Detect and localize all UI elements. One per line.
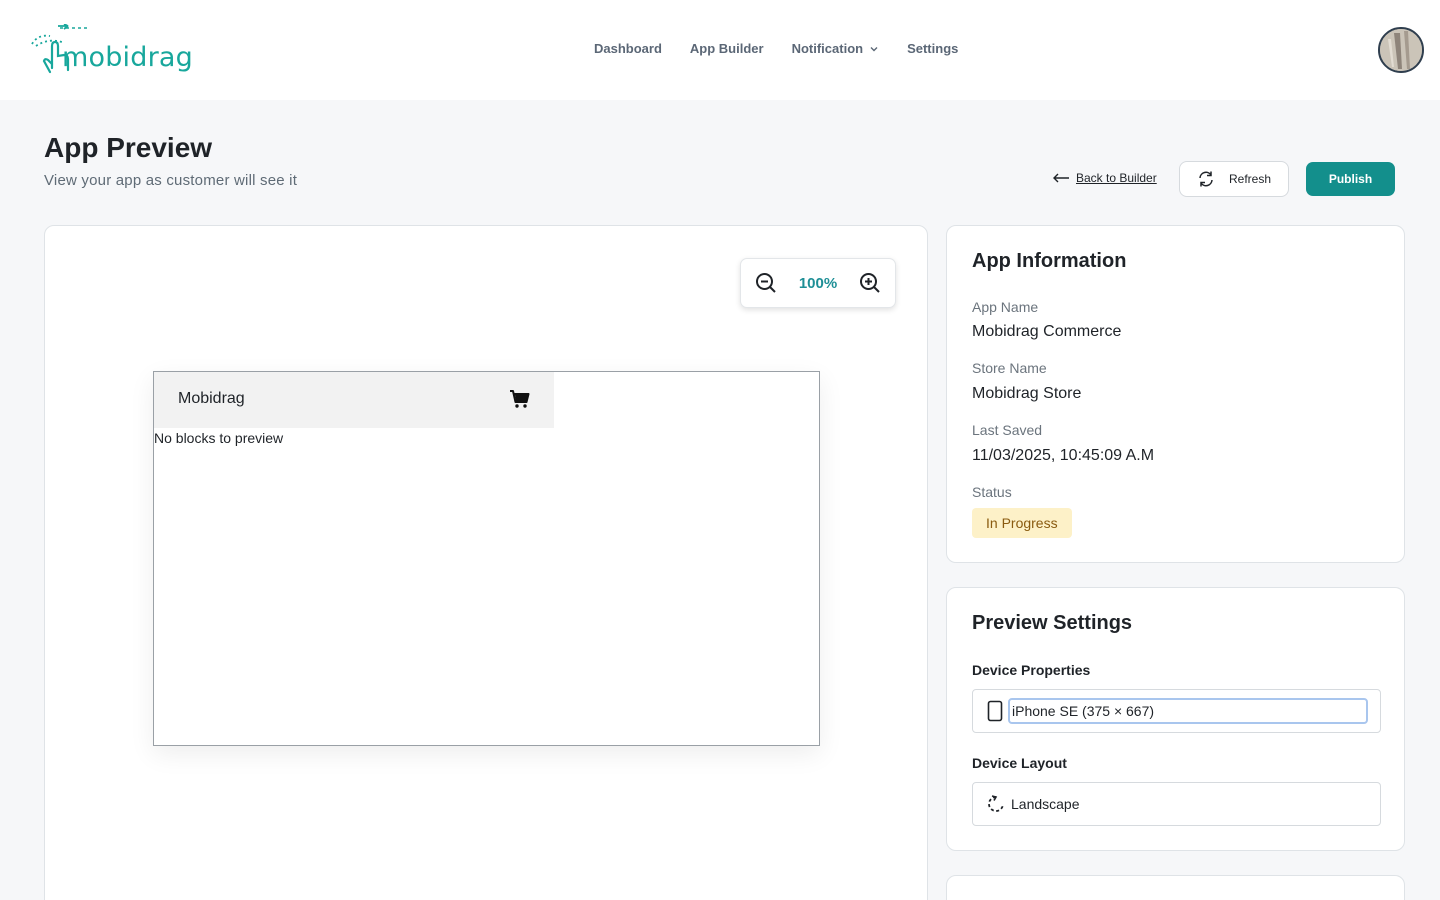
- chevron-down-icon: [870, 46, 878, 51]
- avatar-image: [1380, 29, 1422, 71]
- device-layout-select[interactable]: Landscape: [972, 782, 1381, 826]
- app-information-card: App Information App Name Mobidrag Commer…: [946, 225, 1405, 563]
- preview-settings-card: Preview Settings Device Properties iPhon…: [946, 587, 1405, 851]
- device-layout-value: Landscape: [1011, 796, 1080, 812]
- back-to-builder-label: Back to Builder: [1076, 171, 1157, 185]
- logo-wordmark: mobidrag: [62, 42, 193, 73]
- preview-settings-title: Preview Settings: [972, 612, 1133, 634]
- zoom-in-icon: [860, 273, 880, 293]
- store-name-label: Store Name: [972, 360, 1047, 376]
- top-navigation-bar: mobidrag Dashboard App Builder Notificat…: [0, 0, 1440, 100]
- nav-dashboard-label: Dashboard: [594, 41, 662, 56]
- phone-icon: [987, 700, 1003, 722]
- nav-app-builder-label: App Builder: [689, 41, 764, 56]
- main-nav: Dashboard App Builder Notification Setti…: [594, 41, 986, 56]
- zoom-out-icon: [756, 273, 776, 293]
- refresh-label: Refresh: [1228, 172, 1272, 186]
- app-information-title: App Information: [972, 250, 1127, 272]
- last-saved-value: 11/03/2025, 10:45:09 A.M: [972, 447, 1155, 464]
- preview-panel: 100% Mobidrag No blocks to preview: [44, 225, 928, 900]
- store-name-value: Mobidrag Store: [972, 385, 1082, 402]
- app-name-label: App Name: [972, 299, 1039, 315]
- zoom-level: 100%: [798, 274, 838, 292]
- status-badge: In Progress: [972, 508, 1072, 538]
- last-saved-label: Last Saved: [972, 422, 1043, 438]
- app-title: Mobidrag: [178, 390, 245, 407]
- nav-notification-label: Notification: [791, 41, 864, 56]
- mobidrag-logo[interactable]: mobidrag: [28, 24, 193, 78]
- additional-card: [946, 875, 1405, 900]
- user-avatar[interactable]: [1378, 27, 1424, 73]
- nav-notification[interactable]: Notification: [792, 41, 880, 56]
- zoom-out-button[interactable]: [753, 270, 779, 296]
- app-header-bar: Mobidrag: [154, 372, 554, 428]
- arrow-left-icon: [1053, 173, 1069, 183]
- nav-dashboard[interactable]: Dashboard: [594, 41, 662, 56]
- empty-preview-message: No blocks to preview: [154, 430, 284, 446]
- rotate-icon: [988, 795, 1004, 812]
- device-layout-label: Device Layout: [972, 755, 1067, 771]
- page-subtitle: View your app as customer will see it: [44, 172, 298, 189]
- publish-label: Publish: [1328, 172, 1373, 186]
- nav-app-builder[interactable]: App Builder: [690, 41, 764, 56]
- nav-settings[interactable]: Settings: [907, 41, 958, 56]
- refresh-button[interactable]: Refresh: [1179, 161, 1289, 197]
- nav-settings-label: Settings: [907, 41, 959, 56]
- page-title: App Preview: [44, 132, 213, 163]
- cart-icon[interactable]: [509, 388, 531, 410]
- device-properties-label: Device Properties: [972, 662, 1091, 678]
- publish-button[interactable]: Publish: [1306, 162, 1395, 196]
- device-properties-select[interactable]: iPhone SE (375 × 667): [972, 689, 1381, 733]
- status-label: Status: [972, 484, 1012, 500]
- device-preview-frame: Mobidrag No blocks to preview: [153, 371, 820, 746]
- refresh-icon: [1199, 171, 1213, 187]
- zoom-controls: 100%: [740, 258, 896, 308]
- zoom-in-button[interactable]: [857, 270, 883, 296]
- app-name-value: Mobidrag Commerce: [972, 323, 1122, 340]
- back-to-builder-link[interactable]: Back to Builder: [1052, 171, 1157, 185]
- device-properties-field[interactable]: iPhone SE (375 × 667): [1008, 698, 1368, 724]
